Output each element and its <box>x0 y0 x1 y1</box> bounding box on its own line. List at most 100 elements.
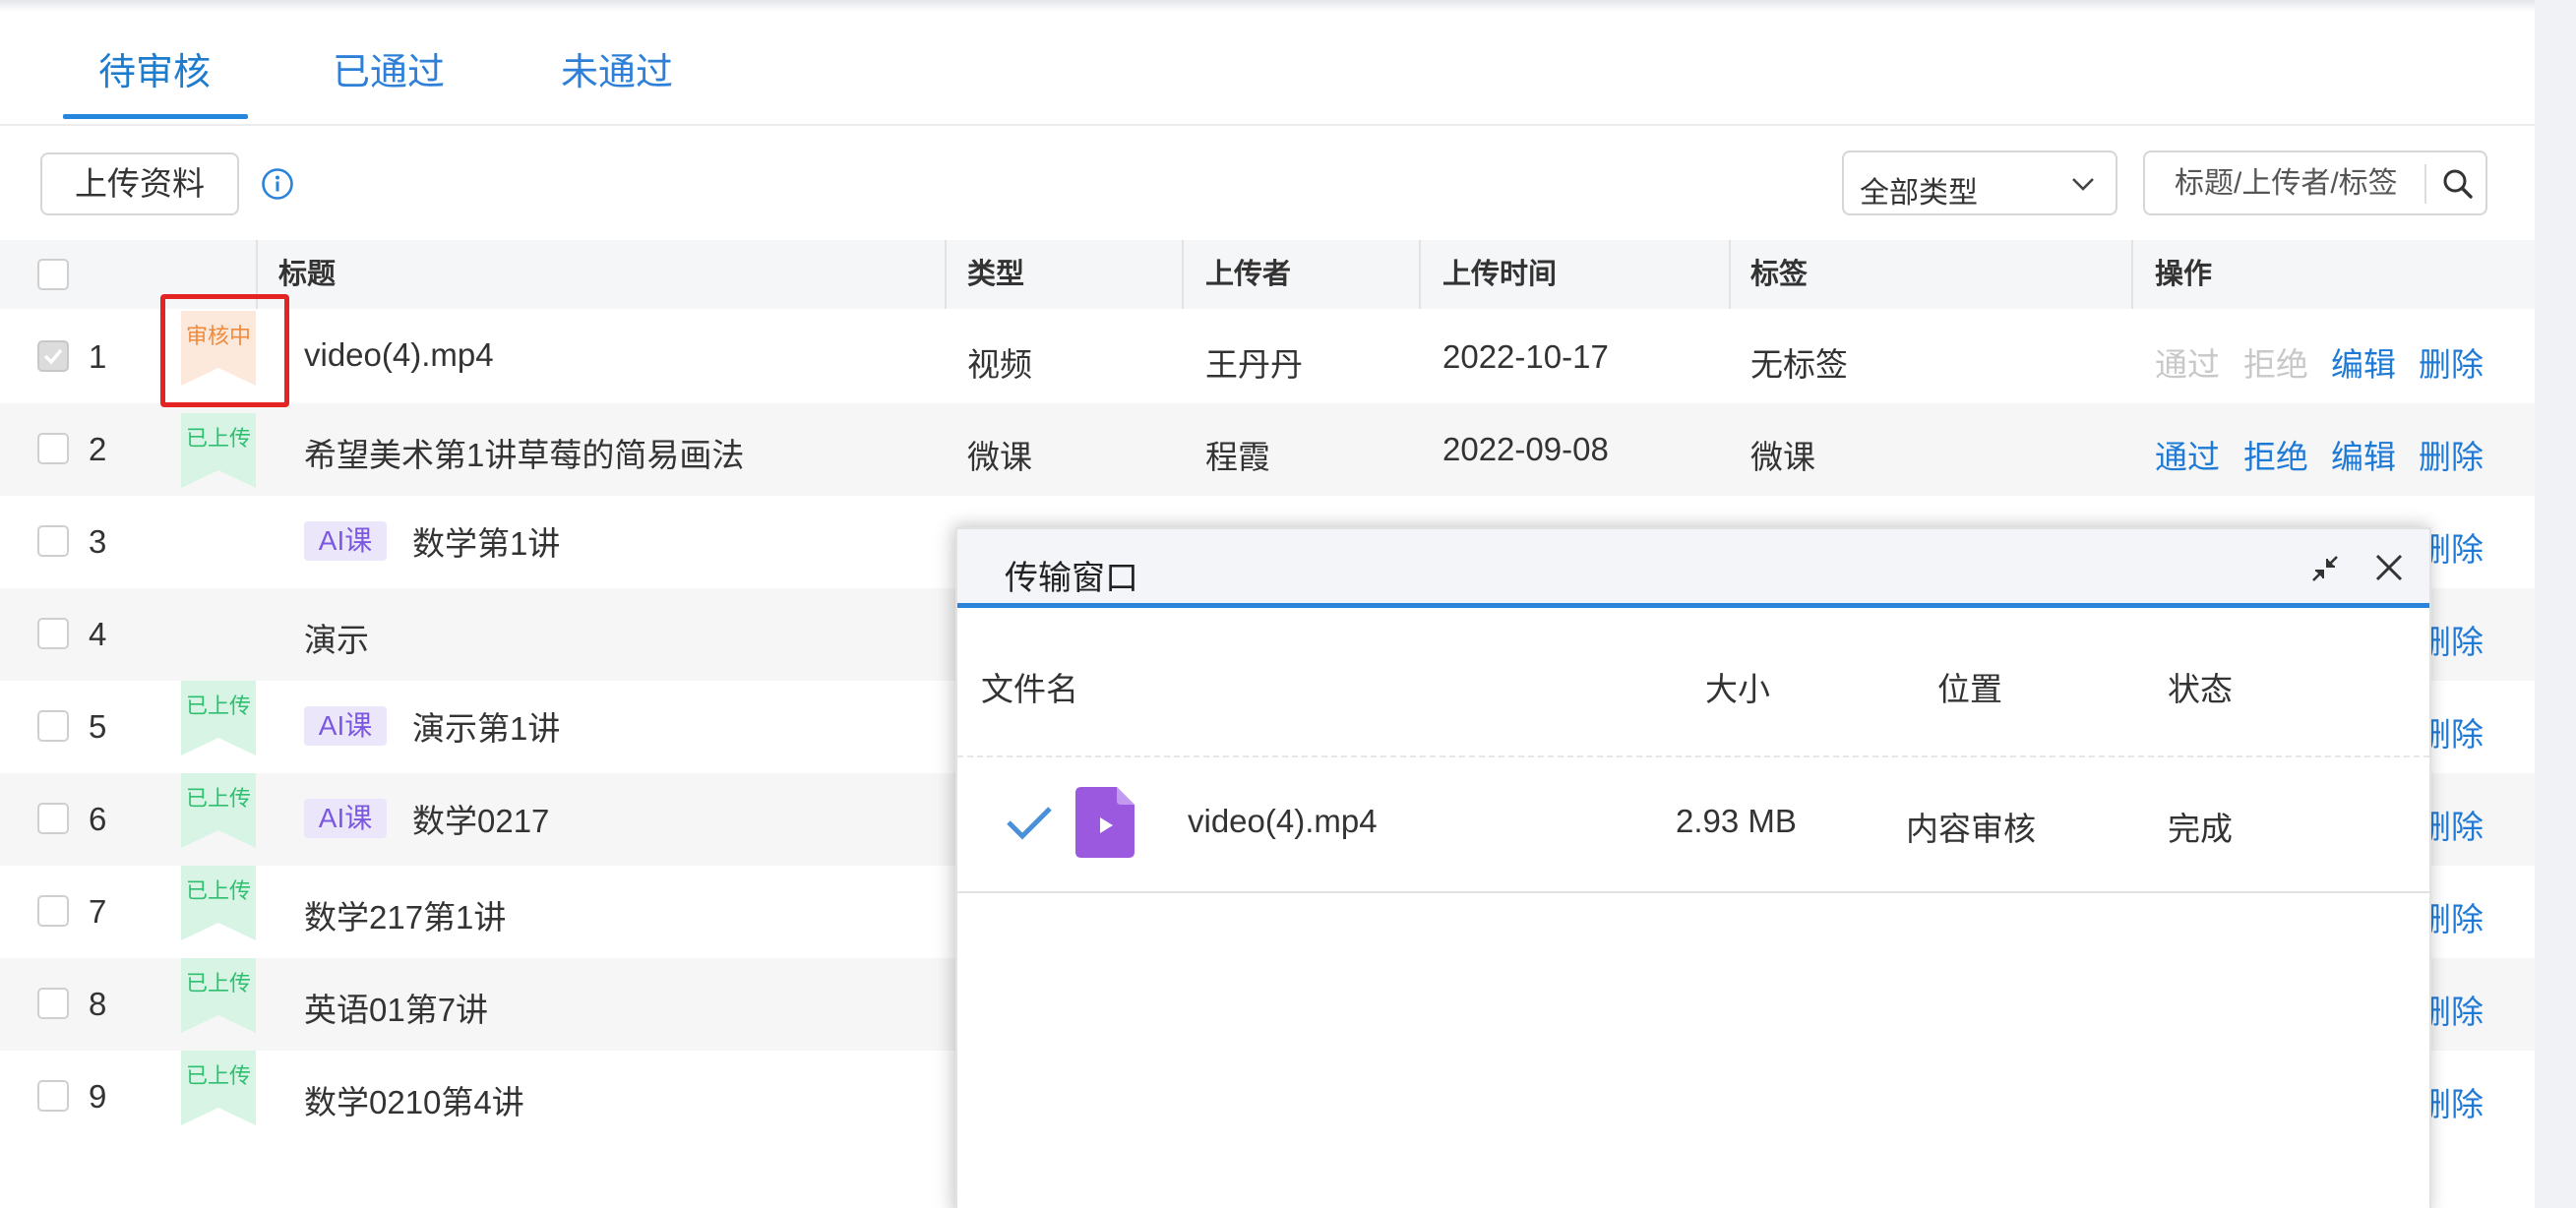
row-checkbox[interactable] <box>37 1080 69 1112</box>
row-title[interactable]: 英语01第7讲 <box>304 984 488 1031</box>
status-badge-uploaded: 已上传 <box>181 773 256 848</box>
edit-link[interactable]: 编辑 <box>2331 431 2396 478</box>
status-badge-label: 已上传 <box>185 426 251 451</box>
info-icon[interactable] <box>261 167 294 201</box>
row-title-cell: AI课 演示第1讲 <box>304 702 560 750</box>
checkmark-icon <box>1007 807 1052 840</box>
transfer-file-size: 2.93 MB <box>1676 803 1797 839</box>
col-upload-time: 上传时间 <box>1442 259 1558 290</box>
edit-link[interactable]: 编辑 <box>2331 338 2396 386</box>
type-filter-select[interactable]: 全部类型 <box>1842 151 2117 215</box>
tab-bar: 待审核 已通过 未通过 <box>0 12 2535 126</box>
search-icon[interactable] <box>2440 166 2476 202</box>
row-index: 3 <box>89 523 107 560</box>
upload-button[interactable]: 上传资料 <box>40 152 239 215</box>
column-divider <box>1419 240 1421 309</box>
ai-course-tag: AI课 <box>304 799 387 838</box>
row-tag: 无标签 <box>1750 346 1848 383</box>
tw-col-location: 位置 <box>1937 671 2002 707</box>
column-divider <box>1182 240 1184 309</box>
row-checkbox[interactable] <box>37 710 69 742</box>
status-badge-uploaded: 已上传 <box>181 413 256 488</box>
row-title[interactable]: 演示 <box>304 614 369 661</box>
row-uploader: 程霞 <box>1205 439 1270 475</box>
tab-approved[interactable]: 已通过 <box>333 41 445 95</box>
status-badge-label: 已上传 <box>185 971 251 996</box>
type-filter-value: 全部类型 <box>1860 177 1978 210</box>
col-actions: 操作 <box>2155 259 2213 290</box>
tw-col-filename: 文件名 <box>981 671 1078 707</box>
approve-link[interactable]: 通过 <box>2155 338 2220 386</box>
row-title[interactable]: 数学0210第4讲 <box>304 1076 524 1123</box>
tab-rejected[interactable]: 未通过 <box>561 41 673 95</box>
close-icon[interactable] <box>2370 549 2408 586</box>
row-uploader: 王丹丹 <box>1205 346 1303 383</box>
row-index: 5 <box>89 708 107 745</box>
top-shadow <box>0 0 2535 12</box>
column-divider <box>2131 240 2133 309</box>
row-checkbox[interactable] <box>37 525 69 557</box>
row-index: 4 <box>89 616 107 652</box>
table-header: 标题 类型 上传者 上传时间 标签 操作 <box>0 240 2535 309</box>
table-row[interactable]: 2 已上传 希望美术第1讲草莓的简易画法 微课 程霞 2022-09-08 微课… <box>0 403 2535 496</box>
delete-link[interactable]: 删除 <box>2419 338 2484 386</box>
row-type: 视频 <box>967 346 1032 383</box>
column-divider <box>945 240 947 309</box>
transfer-window: 传输窗口 文件名 大小 位置 状态 video(4).mp4 2.93 MB 内… <box>955 527 2431 1208</box>
row-checkbox[interactable] <box>37 618 69 649</box>
row-title[interactable]: 数学217第1讲 <box>304 891 506 938</box>
active-tab-indicator <box>63 114 248 119</box>
row-title[interactable]: 数学0217 <box>412 803 549 839</box>
col-uploader: 上传者 <box>1205 259 1292 290</box>
status-badge-label: 已上传 <box>185 878 251 903</box>
row-index: 8 <box>89 986 107 1022</box>
reject-link[interactable]: 拒绝 <box>2243 431 2308 478</box>
tw-col-status: 状态 <box>2168 671 2233 707</box>
transfer-window-title: 传输窗口 <box>1005 560 1138 597</box>
row-checkbox[interactable] <box>37 988 69 1019</box>
row-upload-time: 2022-10-17 <box>1442 338 1609 375</box>
status-badge-label: 已上传 <box>185 694 251 718</box>
search-input[interactable] <box>2175 164 2411 204</box>
tab-pending[interactable]: 待审核 <box>98 41 211 95</box>
status-badge-uploaded: 已上传 <box>181 681 256 755</box>
app-root: 待审核 已通过 未通过 上传资料 全部类型 标题/上传者/标签 标题 类型 上传… <box>0 0 2576 1208</box>
status-badge-label: 已上传 <box>185 786 251 811</box>
row-index: 9 <box>89 1078 107 1115</box>
select-all-checkbox[interactable] <box>37 259 69 290</box>
video-file-icon <box>1075 787 1135 858</box>
content-panel: 待审核 已通过 未通过 上传资料 全部类型 标题/上传者/标签 标题 类型 上传… <box>0 0 2535 1208</box>
col-type: 类型 <box>967 259 1025 290</box>
reject-link[interactable]: 拒绝 <box>2243 338 2308 386</box>
row-type: 微课 <box>967 439 1032 475</box>
row-tag: 微课 <box>1750 439 1815 475</box>
row-title[interactable]: video(4).mp4 <box>304 336 494 374</box>
col-tags: 标签 <box>1750 259 1809 290</box>
status-badge-uploaded: 已上传 <box>181 958 256 1033</box>
row-title[interactable]: 希望美术第1讲草莓的简易画法 <box>304 429 744 476</box>
search-box <box>2143 151 2487 215</box>
column-divider <box>1729 240 1731 309</box>
row-index: 2 <box>89 431 107 467</box>
table-row[interactable]: 1 审核中 video(4).mp4 视频 王丹丹 2022-10-17 无标签… <box>0 311 2535 403</box>
row-checkbox[interactable] <box>37 803 69 834</box>
minimize-icon[interactable] <box>2307 551 2343 586</box>
row-index: 6 <box>89 801 107 837</box>
right-gutter <box>2535 0 2576 1208</box>
approve-link[interactable]: 通过 <box>2155 431 2220 478</box>
transfer-file-status: 完成 <box>2168 811 2233 847</box>
transfer-file-row[interactable]: video(4).mp4 2.93 MB 内容审核 完成 <box>957 755 2429 893</box>
transfer-file-location: 内容审核 <box>1906 811 2036 847</box>
row-title[interactable]: 数学第1讲 <box>412 525 560 562</box>
row-checkbox[interactable] <box>37 433 69 464</box>
delete-link[interactable]: 删除 <box>2419 431 2484 478</box>
row-upload-time: 2022-09-08 <box>1442 431 1609 467</box>
row-title[interactable]: 演示第1讲 <box>412 710 560 747</box>
row-checkbox[interactable] <box>37 340 69 372</box>
status-badge-uploaded: 已上传 <box>181 866 256 940</box>
tw-col-size: 大小 <box>1705 671 1770 707</box>
row-title-cell: AI课 数学0217 <box>304 795 549 842</box>
row-checkbox[interactable] <box>37 895 69 927</box>
chevron-down-icon <box>2072 178 2094 191</box>
row-index: 1 <box>89 338 107 375</box>
